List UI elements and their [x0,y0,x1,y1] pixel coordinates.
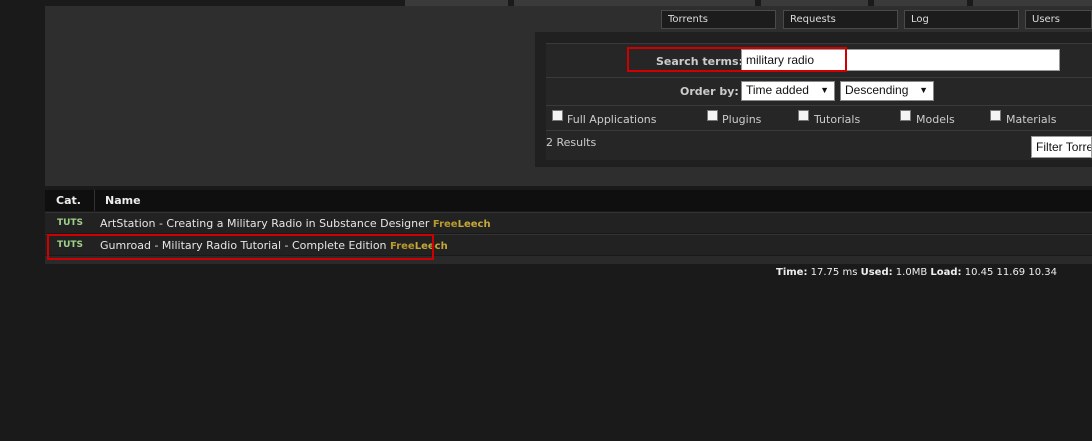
category-label: Full Applications [567,113,657,126]
category-checkbox[interactable] [798,110,809,121]
order-direction-value: Descending [845,83,909,97]
order-direction-select[interactable]: Descending ▼ [840,81,934,101]
torrent-name-link[interactable]: ArtStation - Creating a Military Radio i… [100,217,491,230]
header-name[interactable]: Name [105,194,141,207]
nav-torrents-button[interactable]: Torrents [661,10,776,29]
row-highlight [47,234,434,260]
category-checkbox[interactable] [900,110,911,121]
torrent-name: ArtStation - Creating a Military Radio i… [100,217,430,230]
nav-requests-button[interactable]: Requests [783,10,898,29]
filter-torrents-label: Filter Torrents [1036,140,1091,154]
results-row [546,130,1092,160]
table-row: TUTS ArtStation - Creating a Military Ra… [45,212,1092,233]
chevron-down-icon: ▼ [919,85,928,95]
results-count: 2 Results [546,136,597,149]
nav-log-button[interactable]: Log [904,10,1019,29]
order-by-label: Order by: [680,85,739,98]
order-field-value: Time added [746,83,809,97]
category-tag[interactable]: TUTS [45,218,95,228]
page-stats: Time: 17.75 ms Used: 1.0MB Load: 10.45 1… [776,267,1057,278]
header-category[interactable]: Cat. [56,194,81,207]
search-highlight [627,47,847,72]
freeleech-badge: FreeLeech [432,219,491,230]
category-label: Models [916,113,955,126]
nav-users-button[interactable]: Users [1025,10,1092,29]
table-header: Cat. Name [45,190,1092,211]
category-label: Materials [1006,113,1057,126]
header-divider [94,190,95,211]
chevron-down-icon: ▼ [820,85,829,95]
category-label: Plugins [722,113,762,126]
category-checkbox[interactable] [990,110,1001,121]
category-checkbox[interactable] [552,110,563,121]
category-label: Tutorials [814,113,861,126]
category-checkbox[interactable] [707,110,718,121]
filter-torrents-button[interactable]: Filter Torrents [1031,136,1092,158]
order-field-select[interactable]: Time added ▼ [741,81,835,101]
